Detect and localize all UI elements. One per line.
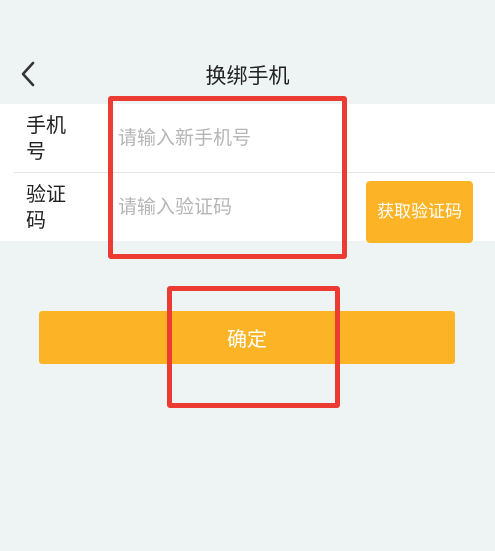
verification-code-input[interactable] <box>118 187 348 227</box>
rebind-phone-form: 手机号 验证码 获取验证码 <box>0 104 495 243</box>
code-row: 验证码 获取验证码 <box>0 173 495 243</box>
phone-row: 手机号 <box>0 104 495 173</box>
page-title: 换绑手机 <box>205 64 290 88</box>
code-label: 验证码 <box>26 182 66 232</box>
confirm-button[interactable]: 确定 <box>39 311 455 364</box>
get-verification-code-button[interactable]: 获取验证码 <box>366 181 473 243</box>
phone-label: 手机号 <box>26 113 66 163</box>
status-bar <box>0 0 495 46</box>
nav-bar: 换绑手机 <box>0 46 495 102</box>
phone-input[interactable] <box>118 118 348 158</box>
